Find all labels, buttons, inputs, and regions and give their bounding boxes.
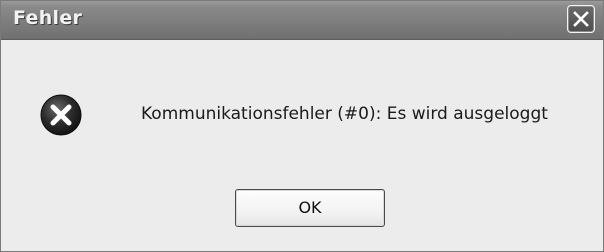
- dialog-body: Kommunikationsfehler (#0): Es wird ausge…: [1, 40, 603, 251]
- close-button[interactable]: [567, 5, 595, 33]
- error-icon: [40, 94, 82, 136]
- dialog-title: Fehler: [13, 7, 83, 29]
- error-message: Kommunikationsfehler (#0): Es wird ausge…: [141, 104, 548, 124]
- title-bar[interactable]: Fehler: [1, 1, 603, 40]
- error-dialog: Fehler Kommunikationsfehler (#0): Es wir…: [0, 0, 604, 252]
- ok-button[interactable]: OK: [235, 189, 385, 227]
- close-icon: [573, 11, 589, 27]
